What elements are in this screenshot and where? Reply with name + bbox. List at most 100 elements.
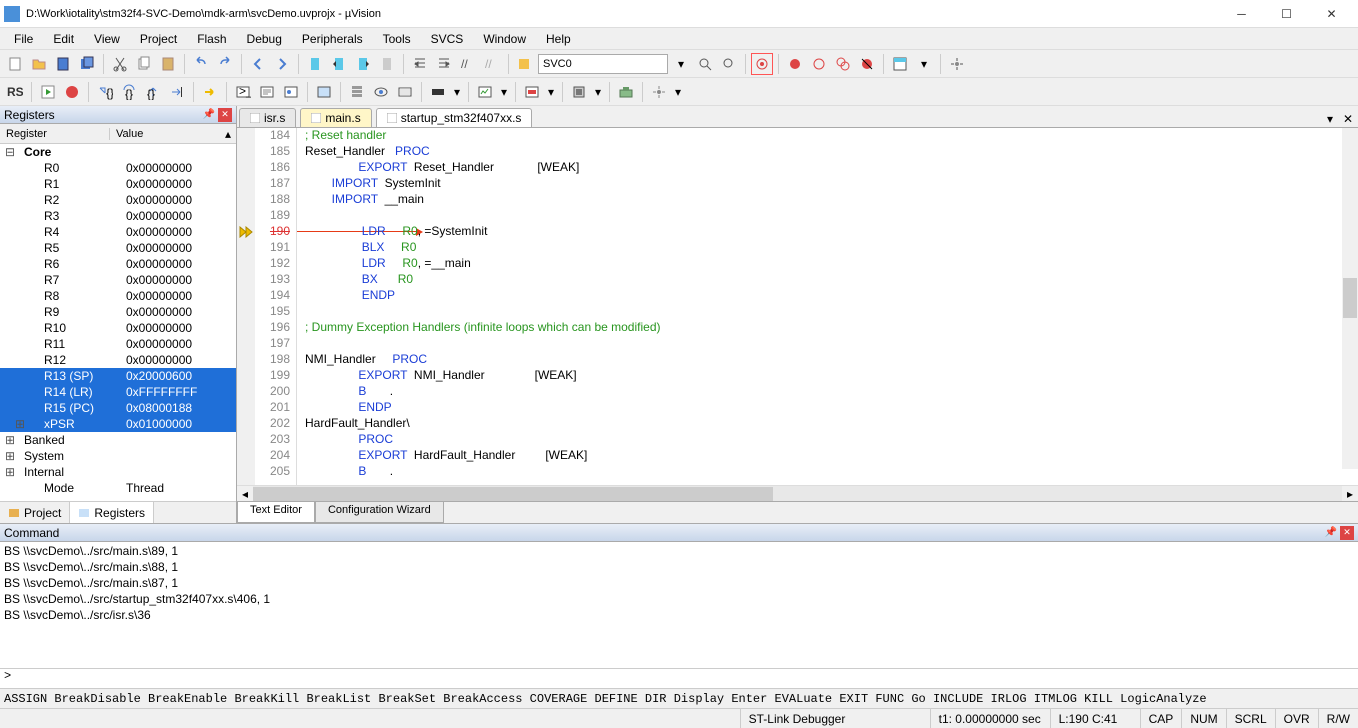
pin-icon[interactable]: 📌 xyxy=(202,108,216,122)
nav-fwd-icon[interactable] xyxy=(271,53,293,75)
trace-window-icon[interactable] xyxy=(521,81,543,103)
register-row[interactable]: R20x00000000 xyxy=(0,192,236,208)
register-row[interactable]: R60x00000000 xyxy=(0,256,236,272)
menu-svcs[interactable]: SVCS xyxy=(421,30,474,48)
register-group[interactable]: ⊞Banked xyxy=(0,432,236,448)
menu-file[interactable]: File xyxy=(4,30,43,48)
register-row[interactable]: R50x00000000 xyxy=(0,240,236,256)
debug-session-icon[interactable] xyxy=(751,53,773,75)
nav-back-icon[interactable] xyxy=(247,53,269,75)
bookmark-next-icon[interactable] xyxy=(352,53,374,75)
watch-window-icon[interactable] xyxy=(370,81,392,103)
register-row[interactable]: R00x00000000 xyxy=(0,160,236,176)
bookmark-clear-icon[interactable] xyxy=(376,53,398,75)
scroll-up-icon[interactable]: ▴ xyxy=(220,127,236,141)
run-icon[interactable] xyxy=(37,81,59,103)
reg-col-name[interactable]: Register xyxy=(0,128,110,140)
menu-debug[interactable]: Debug xyxy=(237,30,292,48)
menu-help[interactable]: Help xyxy=(536,30,581,48)
minimize-button[interactable]: ─ xyxy=(1219,3,1264,25)
find-in-files-icon[interactable] xyxy=(718,53,740,75)
menu-flash[interactable]: Flash xyxy=(187,30,236,48)
register-row[interactable]: R120x00000000 xyxy=(0,352,236,368)
breakpoint-insert-icon[interactable] xyxy=(784,53,806,75)
run-to-cursor-icon[interactable] xyxy=(166,81,188,103)
register-group[interactable]: ⊞System xyxy=(0,448,236,464)
serial-window-icon[interactable] xyxy=(427,81,449,103)
outdent-icon[interactable] xyxy=(433,53,455,75)
register-row[interactable]: R110x00000000 xyxy=(0,336,236,352)
tab-text-editor[interactable]: Text Editor xyxy=(237,502,315,523)
editor-tab-startup[interactable]: startup_stm32f407xx.s xyxy=(376,108,533,127)
serial-dropdown-icon[interactable]: ▾ xyxy=(451,81,463,103)
menu-edit[interactable]: Edit xyxy=(43,30,84,48)
system-viewer-dropdown-icon[interactable]: ▾ xyxy=(592,81,604,103)
trace-dropdown-icon[interactable]: ▾ xyxy=(545,81,557,103)
comment-icon[interactable]: // xyxy=(457,53,479,75)
tab-registers[interactable]: Registers xyxy=(70,502,154,523)
editor-vscroll[interactable] xyxy=(1342,128,1358,469)
symbols-window-icon[interactable] xyxy=(280,81,302,103)
debug-restore-icon[interactable] xyxy=(648,81,670,103)
find-icon[interactable] xyxy=(694,53,716,75)
call-stack-window-icon[interactable] xyxy=(346,81,368,103)
editor-tab-isr[interactable]: isr.s xyxy=(239,108,296,127)
menu-peripherals[interactable]: Peripherals xyxy=(292,30,373,48)
bookmark-toggle-icon[interactable] xyxy=(304,53,326,75)
memory-window-icon[interactable] xyxy=(394,81,416,103)
register-row[interactable]: R30x00000000 xyxy=(0,208,236,224)
search-dropdown-icon[interactable]: ▾ xyxy=(670,53,692,75)
toolbox-icon[interactable] xyxy=(615,81,637,103)
open-file-icon[interactable] xyxy=(28,53,50,75)
register-row[interactable]: R13 (SP)0x20000600 xyxy=(0,368,236,384)
window-layout-dropdown-icon[interactable]: ▾ xyxy=(913,53,935,75)
uncomment-icon[interactable]: // xyxy=(481,53,503,75)
breakpoint-disable-all-icon[interactable] xyxy=(832,53,854,75)
register-row[interactable]: R40x00000000 xyxy=(0,224,236,240)
panel-close-icon[interactable]: ✕ xyxy=(218,108,232,122)
register-row[interactable]: R14 (LR)0xFFFFFFFF xyxy=(0,384,236,400)
breakpoint-disable-icon[interactable] xyxy=(808,53,830,75)
show-next-icon[interactable] xyxy=(199,81,221,103)
register-row[interactable]: ⊞xPSR0x01000000 xyxy=(0,416,236,432)
register-group[interactable]: ⊞Internal xyxy=(0,464,236,480)
editor-tabs-close-icon[interactable]: ✕ xyxy=(1340,111,1356,127)
register-row[interactable]: R100x00000000 xyxy=(0,320,236,336)
maximize-button[interactable]: ☐ xyxy=(1264,3,1309,25)
menu-window[interactable]: Window xyxy=(473,30,536,48)
save-all-icon[interactable] xyxy=(76,53,98,75)
step-out-icon[interactable]: {} xyxy=(142,81,164,103)
debug-restore-dropdown-icon[interactable]: ▾ xyxy=(672,81,684,103)
menu-project[interactable]: Project xyxy=(130,30,187,48)
editor-tabs-dropdown-icon[interactable]: ▾ xyxy=(1322,111,1338,127)
bookmark-prev-icon[interactable] xyxy=(328,53,350,75)
configure-icon[interactable] xyxy=(946,53,968,75)
step-over-icon[interactable]: {} xyxy=(118,81,140,103)
breakpoint-kill-icon[interactable] xyxy=(856,53,878,75)
pin-icon[interactable]: 📌 xyxy=(1324,526,1338,540)
menu-view[interactable]: View xyxy=(84,30,130,48)
tab-config-wizard[interactable]: Configuration Wizard xyxy=(315,502,444,523)
registers-window-icon[interactable] xyxy=(313,81,335,103)
register-row[interactable]: R80x00000000 xyxy=(0,288,236,304)
editor-hscroll[interactable]: ◂▸ xyxy=(237,485,1358,501)
register-row[interactable]: R70x00000000 xyxy=(0,272,236,288)
tab-project[interactable]: Project xyxy=(0,502,70,523)
register-row[interactable]: R10x00000000 xyxy=(0,176,236,192)
system-viewer-icon[interactable] xyxy=(568,81,590,103)
copy-icon[interactable] xyxy=(133,53,155,75)
panel-close-icon[interactable]: ✕ xyxy=(1340,526,1354,540)
reset-icon[interactable]: RST xyxy=(4,81,26,103)
reg-col-value[interactable]: Value xyxy=(110,128,220,140)
window-layout-icon[interactable] xyxy=(889,53,911,75)
register-row[interactable]: R90x00000000 xyxy=(0,304,236,320)
new-file-icon[interactable] xyxy=(4,53,26,75)
disassembly-window-icon[interactable] xyxy=(256,81,278,103)
command-output[interactable]: BS \\svcDemo\../src/main.s\89, 1BS \\svc… xyxy=(0,542,1358,668)
find-project-icon[interactable] xyxy=(514,53,536,75)
code-content[interactable]: ; Reset handlerReset_Handler PROC EXPORT… xyxy=(297,128,1358,485)
step-into-icon[interactable]: {} xyxy=(94,81,116,103)
close-button[interactable]: ✕ xyxy=(1309,3,1354,25)
indent-icon[interactable] xyxy=(409,53,431,75)
search-combo[interactable] xyxy=(538,54,668,74)
